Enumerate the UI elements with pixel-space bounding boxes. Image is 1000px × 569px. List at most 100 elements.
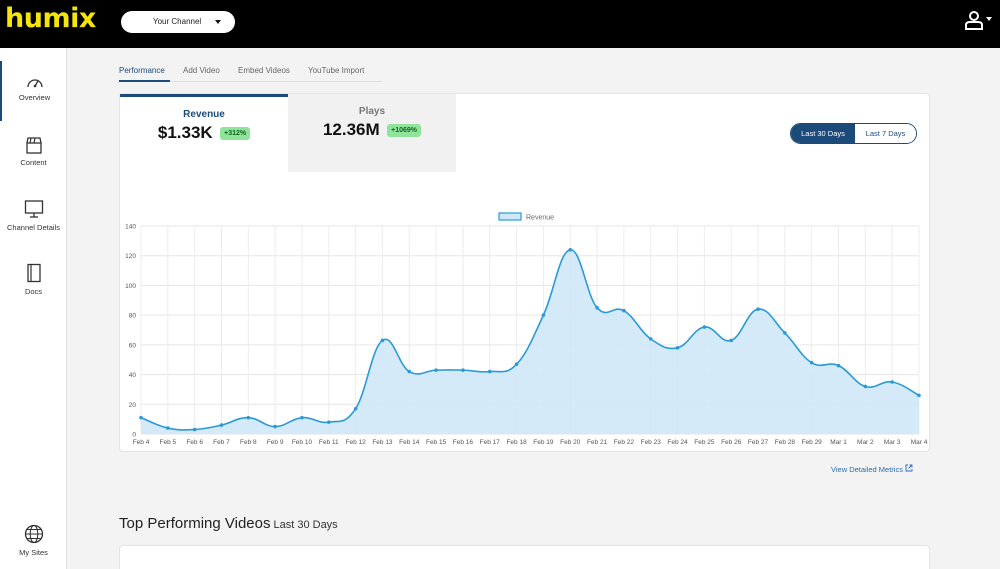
sidebar-item-content[interactable]: Content bbox=[0, 128, 67, 188]
user-icon bbox=[965, 11, 983, 30]
change-badge: +1069% bbox=[387, 123, 422, 137]
monitor-icon bbox=[24, 200, 43, 218]
sidebar-item-label: Channel Details bbox=[7, 223, 60, 232]
revenue-data-point bbox=[783, 331, 787, 335]
sidebar-item-overview[interactable]: Overview bbox=[0, 61, 67, 121]
x-tick-label: Feb 28 bbox=[775, 439, 796, 446]
x-tick-label: Feb 19 bbox=[533, 439, 554, 446]
x-tick-label: Feb 24 bbox=[667, 439, 688, 446]
y-tick-label: 120 bbox=[125, 253, 136, 260]
revenue-data-point bbox=[809, 360, 814, 365]
metric-value: $1.33K bbox=[157, 123, 213, 142]
x-tick-label: Feb 11 bbox=[319, 439, 339, 446]
y-tick-label: 0 bbox=[132, 432, 136, 439]
active-tab-indicator bbox=[119, 80, 170, 82]
view-detailed-metrics-label: View Detailed Metrics bbox=[831, 465, 903, 474]
y-tick-label: 60 bbox=[129, 342, 137, 349]
sidebar-item-label: Docs bbox=[24, 287, 43, 296]
external-link-icon bbox=[905, 464, 913, 472]
y-tick-label: 80 bbox=[129, 313, 137, 320]
x-tick-label: Feb 27 bbox=[748, 439, 769, 446]
revenue-data-point bbox=[461, 368, 465, 372]
revenue-data-point bbox=[756, 307, 760, 311]
metric-plays[interactable]: Plays 12.36M +1069% bbox=[288, 94, 456, 172]
last-30-days-button[interactable]: Last 30 Days bbox=[791, 124, 855, 143]
revenue-data-point bbox=[595, 305, 599, 310]
x-tick-label: Feb 8 bbox=[240, 439, 257, 446]
revenue-data-point bbox=[326, 420, 331, 424]
revenue-data-point bbox=[219, 423, 224, 427]
x-tick-label: Feb 22 bbox=[614, 439, 635, 446]
sidebar-item-my-sites[interactable]: My Sites bbox=[0, 522, 67, 569]
sidebar-item-label: Content bbox=[20, 158, 47, 167]
revenue-data-point bbox=[300, 415, 304, 420]
x-tick-label: Mar 1 bbox=[830, 439, 847, 446]
revenue-data-point bbox=[863, 384, 868, 389]
tab-performance[interactable]: Performance bbox=[119, 66, 165, 75]
x-tick-label: Feb 21 bbox=[587, 439, 608, 446]
x-tick-label: Feb 29 bbox=[802, 439, 823, 446]
y-tick-label: 100 bbox=[125, 283, 136, 290]
sidebar-item-channel-details[interactable]: Channel Details bbox=[0, 193, 67, 253]
date-range-toggle: Last 30 Days Last 7 Days bbox=[790, 123, 917, 144]
metric-value: 12.36M bbox=[322, 120, 380, 139]
revenue-data-point bbox=[917, 393, 921, 398]
metric-label: Plays bbox=[358, 106, 386, 117]
chart-svg: 0 20 40 60 80 100 120 140 Feb 4 Feb 5 Feb 6 Feb 7 Fe… bbox=[125, 212, 928, 446]
x-tick-label: Feb 4 bbox=[133, 439, 150, 446]
globe-icon bbox=[24, 524, 43, 544]
chevron-down-icon bbox=[986, 17, 992, 21]
clapperboard-icon bbox=[25, 137, 42, 154]
sidebar-item-docs[interactable]: Docs bbox=[0, 258, 67, 318]
view-detailed-metrics-link[interactable]: View Detailed Metrics bbox=[831, 464, 913, 474]
channel-select[interactable]: Your Channel bbox=[121, 11, 235, 33]
x-tick-label: Feb 7 bbox=[213, 439, 230, 446]
revenue-data-point bbox=[568, 247, 573, 252]
x-tick-label: Feb 13 bbox=[372, 439, 393, 446]
last-7-days-button[interactable]: Last 7 Days bbox=[855, 124, 916, 143]
tab-add-video[interactable]: Add Video bbox=[183, 66, 220, 75]
performance-card: Revenue $1.33K +312% Plays 12.36M +1069%… bbox=[119, 93, 930, 452]
legend-label: Revenue bbox=[526, 215, 554, 222]
revenue-data-point bbox=[192, 427, 197, 432]
revenue-data-point bbox=[541, 313, 546, 317]
section-title: Top Performing Videos bbox=[119, 515, 271, 532]
sidebar-item-label: My Sites bbox=[19, 548, 48, 557]
user-menu[interactable] bbox=[964, 10, 992, 34]
revenue-data-point bbox=[729, 338, 734, 343]
x-tick-label: Feb 26 bbox=[721, 439, 742, 446]
x-tick-label: Feb 20 bbox=[560, 439, 581, 446]
revenue-area-fill bbox=[141, 249, 919, 434]
x-tick-label: Feb 5 bbox=[160, 439, 177, 446]
revenue-data-point bbox=[702, 325, 707, 329]
x-tick-label: Feb 25 bbox=[694, 439, 715, 446]
sidebar: Overview Content Channel Details Docs My… bbox=[0, 48, 67, 569]
x-tick-label: Feb 15 bbox=[426, 439, 447, 446]
gauge-icon bbox=[26, 79, 43, 88]
channel-select-label: Your Channel bbox=[153, 17, 202, 26]
y-tick-label: 40 bbox=[129, 372, 137, 379]
revenue-chart: 0 20 40 60 80 100 120 140 Feb 4 Feb 5 Feb 6 Feb 7 Fe… bbox=[120, 206, 931, 451]
x-tick-label: Mar 3 bbox=[884, 439, 901, 446]
revenue-data-point bbox=[648, 337, 653, 341]
top-bar: humix Your Channel bbox=[0, 0, 1000, 48]
metric-label: Revenue bbox=[183, 109, 225, 120]
revenue-data-point bbox=[890, 380, 894, 384]
top-videos-card bbox=[119, 545, 930, 569]
tab-youtube-import[interactable]: YouTube Import bbox=[308, 66, 364, 75]
metric-revenue[interactable]: Revenue $1.33K +312% bbox=[120, 94, 288, 172]
revenue-data-point bbox=[380, 338, 385, 343]
x-tick-label: Feb 23 bbox=[641, 439, 662, 446]
x-tick-label: Mar 2 bbox=[857, 439, 874, 446]
sidebar-item-label: Overview bbox=[18, 93, 51, 102]
x-tick-label: Feb 18 bbox=[506, 439, 527, 446]
revenue-data-point bbox=[622, 308, 626, 313]
x-tick-label: Feb 17 bbox=[480, 439, 501, 446]
book-icon bbox=[26, 263, 41, 283]
y-tick-label: 140 bbox=[125, 224, 136, 231]
legend-swatch bbox=[498, 212, 522, 221]
x-tick-label: Feb 16 bbox=[453, 439, 474, 446]
humix-logo[interactable]: humix bbox=[5, 3, 96, 34]
y-tick-label: 20 bbox=[129, 402, 137, 409]
tab-embed-videos[interactable]: Embed Videos bbox=[238, 66, 290, 75]
